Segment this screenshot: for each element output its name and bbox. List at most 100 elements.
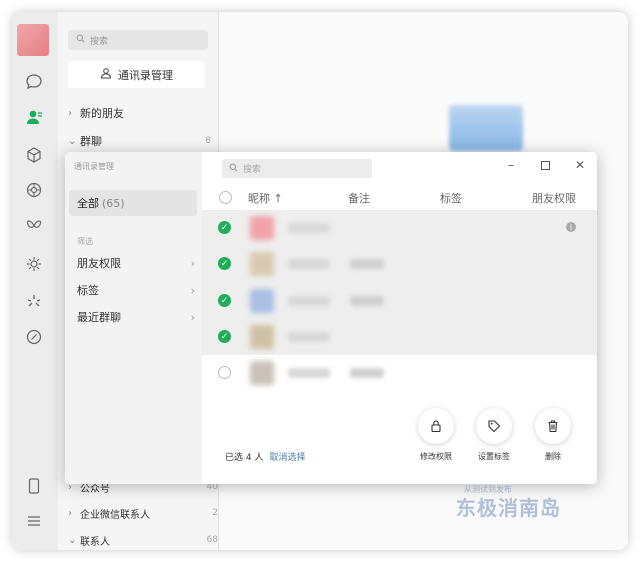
contacts-manager-dialog: 通讯录管理 全部 (65) 筛选 朋友权限 › 标签 › 最近群聊 › 搜索 – <box>65 152 597 484</box>
row-count: 2 <box>212 508 218 518</box>
group-chats-row[interactable]: ⌄ 群聊 8 <box>68 132 211 150</box>
manage-label: 通讯录管理 <box>118 68 173 82</box>
dialog-search[interactable]: 搜索 <box>222 159 372 178</box>
filter-permission[interactable]: 朋友权限 › <box>77 253 195 273</box>
row-label: 联系人 <box>80 536 110 548</box>
contact-table: ✓ i ✓ ✓ ✓ <box>202 210 597 355</box>
action-label: 修改权限 <box>420 452 452 461</box>
selected-count: 已选 4 人 <box>225 453 264 463</box>
box-icon[interactable] <box>22 143 46 167</box>
table-row[interactable]: ✓ <box>202 283 597 319</box>
table-row[interactable]: ✓ <box>202 319 597 355</box>
blurred-nickname <box>288 259 330 269</box>
blurred-image <box>449 105 523 151</box>
blurred-remark <box>350 368 384 378</box>
lock-icon <box>418 408 454 444</box>
row-checkbox[interactable]: ✓ <box>218 330 231 343</box>
selection-summary: 已选 4 人 取消选择 <box>225 450 305 463</box>
chevron-right-icon: › <box>68 507 72 519</box>
contacts-search[interactable]: 搜索 <box>68 30 208 50</box>
phone-icon[interactable] <box>22 474 46 498</box>
chevron-right-icon: › <box>68 107 72 119</box>
row-checkbox[interactable]: ✓ <box>218 221 231 234</box>
col-tag: 标签 <box>440 192 462 205</box>
avatar[interactable] <box>17 24 49 56</box>
blurred-nickname <box>288 332 330 342</box>
filter-all-count: (65) <box>102 196 125 210</box>
set-tag-button[interactable]: 设置标签 <box>472 408 516 462</box>
avatar <box>250 325 274 349</box>
avatar <box>250 361 274 385</box>
tag-icon <box>476 408 512 444</box>
filter-tag[interactable]: 标签 › <box>77 280 195 300</box>
search-icon <box>229 163 238 175</box>
edit-permission-button[interactable]: 修改权限 <box>414 408 458 462</box>
sparkle-icon[interactable] <box>22 289 46 313</box>
close-icon[interactable]: ✕ <box>571 156 589 174</box>
trash-icon <box>535 408 571 444</box>
table-row[interactable] <box>202 355 597 391</box>
col-permission: 朋友权限 <box>532 192 576 205</box>
wecom-contacts-row[interactable]: › 企业微信联系人 2 <box>68 504 218 522</box>
search-placeholder: 搜索 <box>90 36 109 47</box>
table-header: 昵称 ↑ 备注 标签 朋友权限 <box>202 185 597 209</box>
table-row[interactable]: ✓ <box>202 246 597 282</box>
dialog-sidebar: 通讯录管理 全部 (65) 筛选 朋友权限 › 标签 › 最近群聊 › <box>65 152 203 484</box>
row-checkbox[interactable] <box>218 366 231 379</box>
filter-all[interactable]: 全部 (65) <box>69 190 197 216</box>
chevron-down-icon: ⌄ <box>68 534 77 546</box>
cancel-selection-link[interactable]: 取消选择 <box>269 450 305 463</box>
contacts-manage-button[interactable]: 通讯录管理 <box>68 61 205 88</box>
blurred-nickname <box>288 223 330 233</box>
chevron-right-icon: › <box>190 310 195 324</box>
search-placeholder: 搜索 <box>243 165 262 175</box>
action-label: 设置标签 <box>478 452 510 461</box>
avatar <box>250 216 274 240</box>
table-row[interactable]: ✓ i <box>202 210 597 246</box>
avatar <box>250 252 274 276</box>
chat-icon[interactable] <box>22 70 46 94</box>
action-label: 删除 <box>545 452 561 461</box>
watermark: 东极消南岛 <box>456 496 561 520</box>
maximize-icon[interactable] <box>536 156 554 174</box>
filter-section-label: 筛选 <box>77 237 93 246</box>
delete-button[interactable]: 删除 <box>531 408 575 462</box>
menu-icon[interactable] <box>22 509 46 533</box>
col-remark: 备注 <box>348 192 370 205</box>
chevron-right-icon: › <box>190 256 195 270</box>
filter-label: 标签 <box>77 284 99 297</box>
chevron-right-icon: › <box>190 283 195 297</box>
gear-icon[interactable] <box>22 252 46 276</box>
row-label: 新的朋友 <box>80 107 124 120</box>
row-checkbox[interactable]: ✓ <box>218 294 231 307</box>
blurred-remark <box>350 296 384 306</box>
filter-recent-groups[interactable]: 最近群聊 › <box>77 307 195 327</box>
blurred-nickname <box>288 368 330 378</box>
row-count: 8 <box>205 136 211 146</box>
butterfly-icon[interactable] <box>22 214 46 238</box>
col-nickname[interactable]: 昵称 ↑ <box>248 190 283 206</box>
dialog-title: 通讯录管理 <box>74 162 114 171</box>
blurred-nickname <box>288 296 330 306</box>
new-friends-row[interactable]: › 新的朋友 <box>68 104 211 122</box>
info-icon[interactable]: i <box>566 222 576 232</box>
search-icon <box>76 34 85 46</box>
select-all-checkbox[interactable] <box>219 191 232 204</box>
minimize-icon[interactable]: – <box>502 156 520 174</box>
row-count: 68 <box>206 535 218 545</box>
filter-label: 朋友权限 <box>77 257 121 270</box>
dialog-content: 搜索 – ✕ 昵称 ↑ 备注 标签 朋友权限 ✓ i ✓ ✓ ✓ 已选 4 人 … <box>202 152 597 484</box>
row-checkbox[interactable]: ✓ <box>218 257 231 270</box>
contacts-icon[interactable] <box>22 105 46 129</box>
link-icon[interactable] <box>22 325 46 349</box>
filter-all-label: 全部 <box>77 197 99 210</box>
left-rail <box>12 12 58 550</box>
filter-label: 最近群聊 <box>77 311 121 324</box>
avatar <box>250 289 274 313</box>
row-label: 群聊 <box>80 135 102 148</box>
person-icon <box>100 67 112 82</box>
contacts-row[interactable]: ⌄ 联系人 68 <box>68 531 218 549</box>
aperture-icon[interactable] <box>22 178 46 202</box>
chevron-down-icon: ⌄ <box>68 135 77 147</box>
row-label: 企业微信联系人 <box>80 509 150 521</box>
